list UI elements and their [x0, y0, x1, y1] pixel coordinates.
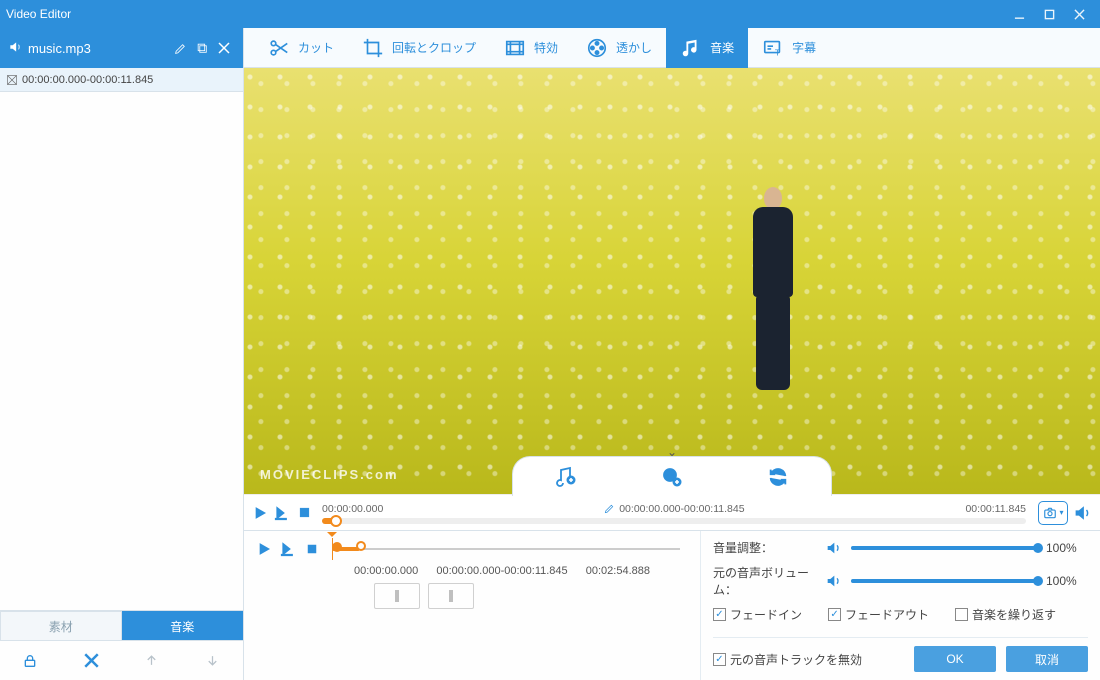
marker-out-button[interactable]: [428, 583, 474, 609]
timeline-start: 00:00:00.000: [354, 565, 418, 577]
original-volume-slider[interactable]: [851, 579, 1038, 583]
video-frame: MOVIECLIPS.com: [244, 68, 1100, 494]
window-title: Video Editor: [6, 7, 1004, 21]
volume-icon[interactable]: [1072, 503, 1092, 523]
add-effect-icon[interactable]: [659, 464, 685, 490]
video-preview[interactable]: MOVIECLIPS.com: [244, 68, 1100, 494]
add-music-icon[interactable]: [553, 464, 579, 490]
delete-icon[interactable]: [79, 649, 103, 673]
music-volume-value: 100%: [1046, 541, 1088, 555]
marker-in-button[interactable]: [374, 583, 420, 609]
toolbar-rotate-crop[interactable]: 回転とクロップ: [348, 28, 490, 68]
app-window: Video Editor music.mp3 00:00:00.000-00:0…: [0, 0, 1100, 680]
clip-range-label: 00:00:00.000-00:00:11.845: [22, 74, 153, 86]
move-down-icon[interactable]: [201, 649, 225, 673]
subtitle-icon: T: [762, 37, 784, 59]
music-volume-label: 音量調整：: [713, 539, 823, 556]
remove-icon[interactable]: [213, 37, 235, 59]
stop-button[interactable]: [294, 503, 314, 523]
play-button[interactable]: [250, 503, 270, 523]
timeline-panel: 00:00:00.000 00:00:00.000-00:00:11.845 0…: [244, 531, 700, 680]
film-icon: [504, 37, 526, 59]
toolbar-cut[interactable]: カット: [254, 28, 348, 68]
transport-start-time: 00:00:00.000: [322, 502, 383, 516]
music-volume-row: 音量調整： 100%: [713, 539, 1088, 556]
music-volume-slider[interactable]: [851, 546, 1038, 550]
sidebar-file-name: music.mp3: [28, 41, 169, 56]
speaker-icon[interactable]: [823, 540, 843, 556]
sidebar-header: music.mp3: [0, 28, 243, 68]
crop-icon: [362, 37, 384, 59]
move-up-icon[interactable]: [140, 649, 164, 673]
sidebar-tabs: 素材 音楽: [0, 610, 243, 640]
minimize-button[interactable]: [1004, 4, 1034, 24]
tab-music[interactable]: 音楽: [122, 611, 244, 640]
video-watermark: MOVIECLIPS.com: [260, 467, 399, 482]
scissors-icon: [268, 37, 290, 59]
transport-range: 00:00:00.000-00:00:11.845: [604, 502, 744, 516]
toolbar-music[interactable]: 音楽: [666, 28, 748, 68]
music-settings-panel: 音量調整： 100% 元の音声ボリューム： 100% ✓フェードイン ✓フェード…: [700, 531, 1100, 680]
timeline-track[interactable]: [332, 540, 680, 558]
repeat-checkbox[interactable]: 音楽を繰り返す: [955, 606, 1056, 623]
clip-list-item[interactable]: 00:00:00.000-00:00:11.845: [0, 68, 243, 92]
original-volume-value: 100%: [1046, 574, 1088, 588]
close-button[interactable]: [1064, 4, 1094, 24]
lock-icon[interactable]: [18, 649, 42, 673]
floating-music-toolbar: [512, 456, 832, 496]
timeline-stop-button[interactable]: [302, 539, 322, 559]
reel-icon: [586, 37, 608, 59]
maximize-button[interactable]: [1034, 4, 1064, 24]
toolbar-subtitles[interactable]: T 字幕: [748, 28, 830, 68]
play-range-button[interactable]: [272, 503, 292, 523]
ok-button[interactable]: OK: [914, 646, 996, 672]
timeline-total: 00:02:54.888: [586, 565, 650, 577]
edit-icon[interactable]: [169, 37, 191, 59]
transport-end-time: 00:00:11.845: [965, 502, 1026, 516]
transport-bar: 00:00:00.000 00:00:00.000-00:00:11.845 0…: [244, 494, 1100, 530]
refresh-icon[interactable]: [765, 464, 791, 490]
svg-text:T: T: [775, 48, 780, 57]
bottom-panel: 00:00:00.000 00:00:00.000-00:00:11.845 0…: [244, 530, 1100, 680]
toolbar-watermark[interactable]: 透かし: [572, 28, 666, 68]
main-panel: カット 回転とクロップ 特効 透かし 音楽: [244, 28, 1100, 680]
timeline-range: 00:00:00.000-00:00:11.845: [436, 565, 567, 577]
tab-material[interactable]: 素材: [0, 611, 122, 640]
title-bar: Video Editor: [0, 0, 1100, 28]
timeline-play-range-button[interactable]: [278, 539, 298, 559]
original-volume-row: 元の音声ボリューム： 100%: [713, 564, 1088, 598]
mute-original-checkbox[interactable]: ✓元の音声トラックを無効: [713, 651, 862, 668]
cancel-button[interactable]: 取消: [1006, 646, 1088, 672]
timeline-play-button[interactable]: [254, 539, 274, 559]
fade-out-checkbox[interactable]: ✓フェードアウト: [828, 606, 929, 623]
copy-icon[interactable]: [191, 37, 213, 59]
toolbar-effects[interactable]: 特効: [490, 28, 572, 68]
speaker-icon: [8, 40, 22, 57]
speaker-icon[interactable]: [823, 573, 843, 589]
main-toolbar: カット 回転とクロップ 特効 透かし 音楽: [244, 28, 1100, 68]
fade-in-checkbox[interactable]: ✓フェードイン: [713, 606, 802, 623]
transport-slider[interactable]: [322, 518, 1026, 524]
original-volume-label: 元の音声ボリューム：: [713, 564, 823, 598]
music-note-icon: [680, 37, 702, 59]
sidebar-tools: [0, 640, 243, 680]
sidebar: music.mp3 00:00:00.000-00:00:11.845 素材 音…: [0, 28, 244, 680]
snapshot-button[interactable]: ▾: [1038, 501, 1068, 525]
